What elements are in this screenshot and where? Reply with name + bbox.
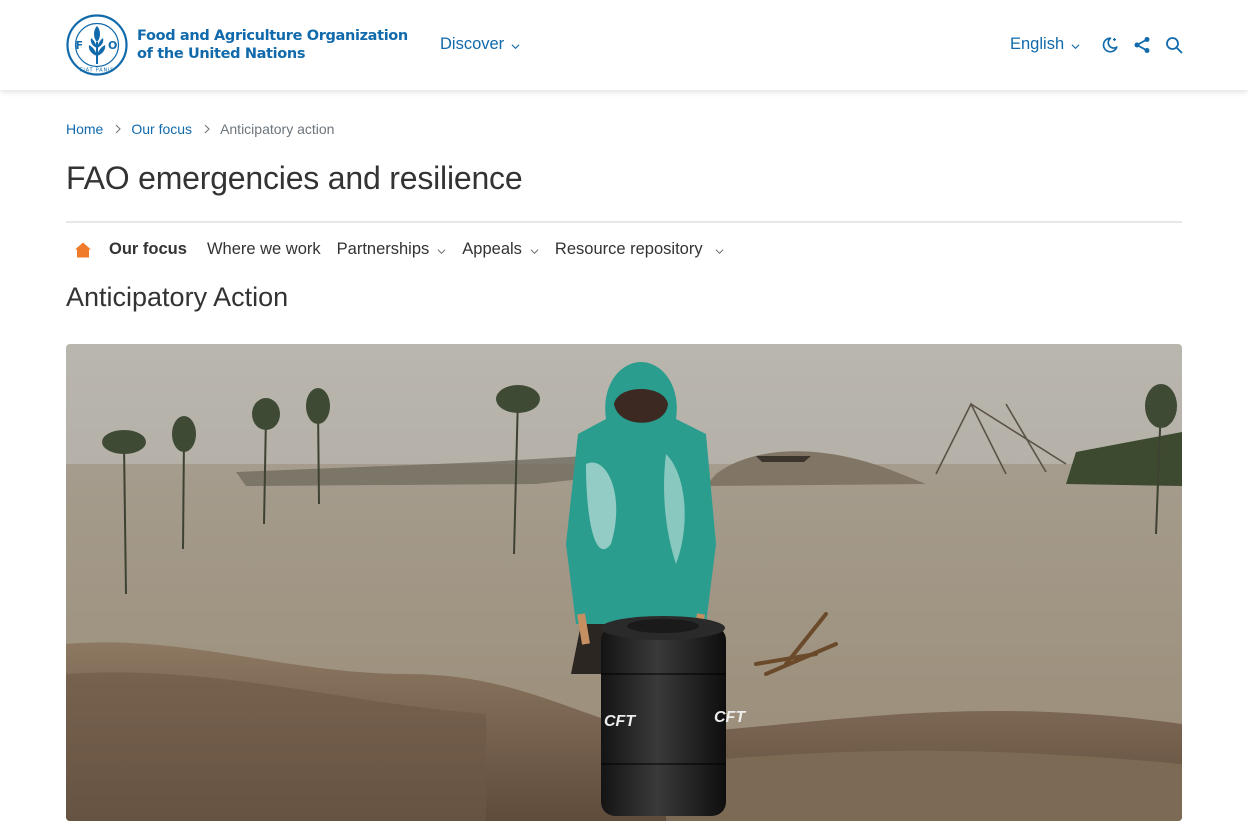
language-label: English: [1010, 35, 1065, 53]
nav-item-label: Resource repository: [554, 240, 703, 258]
logo-wordmark: Food and Agriculture Organization of the…: [137, 27, 408, 63]
logo-emblem-right-letter: O: [108, 39, 117, 52]
nav-item-our-focus[interactable]: Our focus: [109, 240, 187, 259]
barrel-label-left: CFT: [604, 713, 636, 730]
fao-emblem-icon: F O FIAT PANIS: [66, 14, 128, 76]
chevron-down-icon: [437, 248, 446, 254]
dark-mode-icon[interactable]: [1101, 36, 1119, 54]
logo-emblem-motto: FIAT PANIS: [80, 68, 115, 74]
fao-logo[interactable]: F O FIAT PANIS Food and Agriculture Orga…: [66, 14, 408, 76]
share-icon[interactable]: [1133, 36, 1151, 54]
nav-item-label: Our focus: [109, 240, 187, 258]
barrel-label-right: CFT: [714, 709, 746, 726]
chevron-down-icon: [1071, 43, 1080, 49]
nav-item-resource-repository[interactable]: Resource repository: [555, 240, 724, 259]
nav-item-label: Where we work: [206, 240, 321, 258]
nav-item-label: Appeals: [462, 240, 522, 258]
chevron-right-icon: [204, 124, 210, 134]
nav-item-where-we-work[interactable]: Where we work: [207, 240, 321, 259]
nav-item-label: Partnerships: [336, 240, 430, 258]
discover-menu[interactable]: Discover: [440, 35, 520, 54]
breadcrumb-home[interactable]: Home: [66, 121, 103, 137]
site-title: FAO emergencies and resilience: [66, 160, 523, 196]
chevron-right-icon: [115, 124, 122, 134]
nav-item-partnerships[interactable]: Partnerships: [337, 240, 447, 259]
breadcrumb-our-focus[interactable]: Our focus: [131, 121, 192, 137]
logo-emblem-left-letter: F: [76, 39, 84, 52]
home-icon[interactable]: [74, 241, 92, 259]
chevron-down-icon: [511, 43, 520, 49]
breadcrumb: Home Our focus Anticipatory action: [66, 121, 334, 137]
chevron-down-icon: [530, 248, 539, 254]
language-selector[interactable]: English: [1010, 35, 1080, 54]
logo-line-2: of the United Nations: [137, 46, 306, 62]
site-header: F O FIAT PANIS Food and Agriculture Orga…: [0, 0, 1248, 90]
logo-line-1: Food and Agriculture Organization: [137, 28, 408, 44]
hero-image: CFT CFT: [66, 344, 1182, 821]
divider: [66, 221, 1182, 223]
discover-label: Discover: [440, 35, 505, 53]
chevron-down-icon: [715, 248, 724, 254]
section-nav: Our focus Where we work Partnerships App…: [74, 240, 740, 259]
nav-item-appeals[interactable]: Appeals: [462, 240, 539, 259]
breadcrumb-current: Anticipatory action: [220, 121, 335, 137]
search-icon[interactable]: [1165, 36, 1183, 54]
flood-scene-illustration: CFT CFT: [66, 344, 1182, 821]
page-title: Anticipatory Action: [66, 282, 289, 312]
